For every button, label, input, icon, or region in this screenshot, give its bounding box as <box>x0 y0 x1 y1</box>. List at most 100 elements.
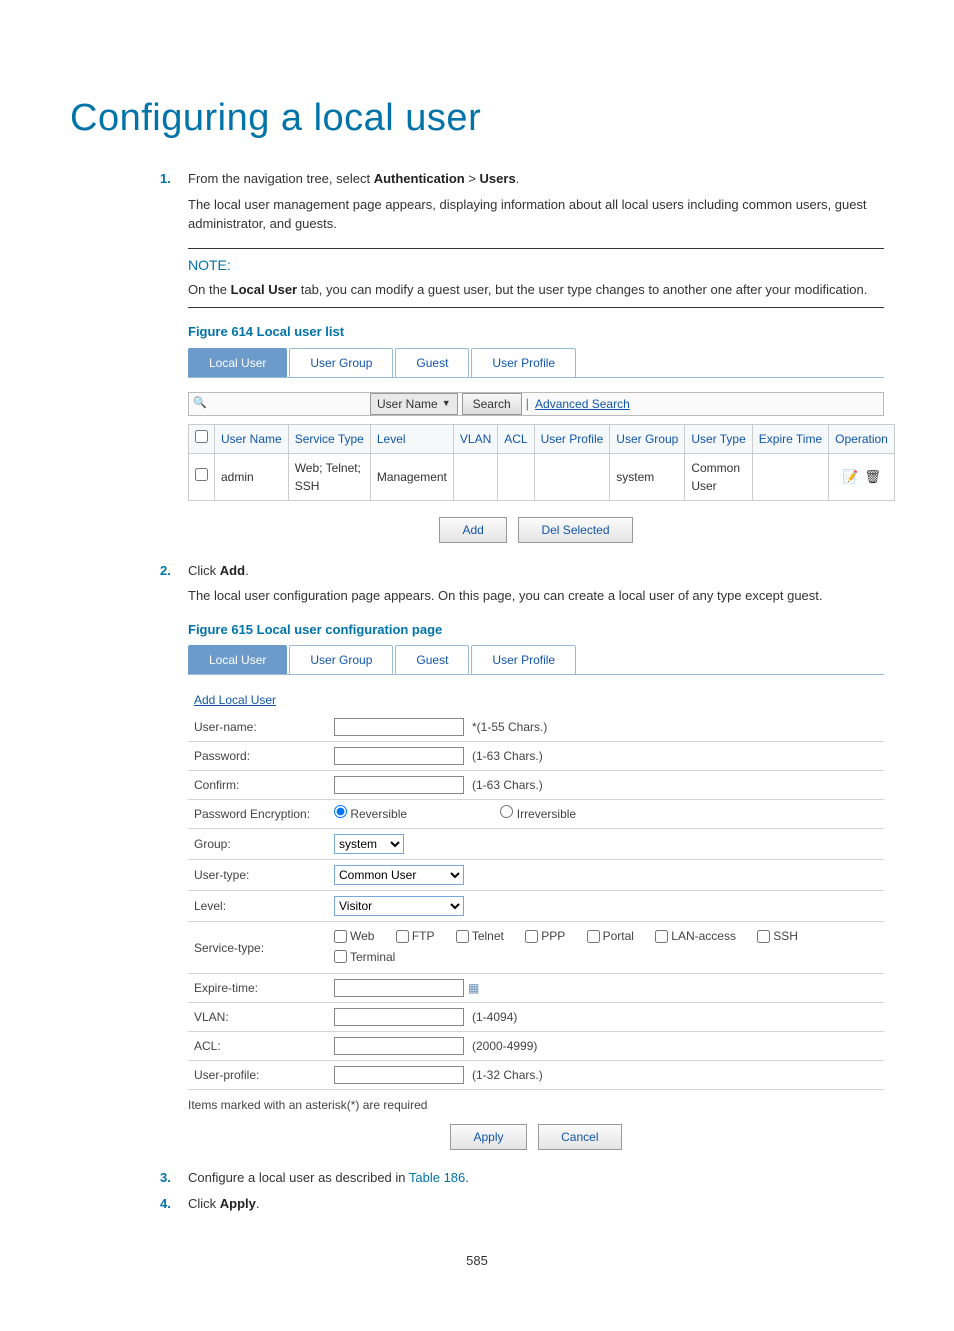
row-checkbox[interactable] <box>195 468 208 481</box>
cell-usertype: Common User <box>685 453 752 500</box>
cell-username: admin <box>215 453 289 500</box>
fig614-tabs: Local User User Group Guest User Profile <box>188 348 884 378</box>
tab-user-group-2[interactable]: User Group <box>289 645 393 674</box>
confirm-field[interactable] <box>334 776 464 794</box>
tab-user-profile-2[interactable]: User Profile <box>471 645 576 674</box>
hint-vlan: (1-4094) <box>472 1010 517 1024</box>
hint-username: *(1-55 Chars.) <box>472 720 547 734</box>
note-block: NOTE: On the Local User tab, you can mod… <box>188 248 884 309</box>
search-icon: 🔍 <box>189 395 211 412</box>
chk-lan-label[interactable]: LAN-access <box>655 927 736 945</box>
step1-text: From the navigation tree, select Authent… <box>188 169 884 189</box>
col-expire[interactable]: Expire Time <box>752 424 828 453</box>
username-field[interactable] <box>334 718 464 736</box>
tab-guest-2[interactable]: Guest <box>395 645 469 674</box>
user-list-table: User Name Service Type Level VLAN ACL Us… <box>188 424 895 501</box>
userprofile-field[interactable] <box>334 1066 464 1084</box>
chk-telnet-label[interactable]: Telnet <box>456 927 504 945</box>
radio-reversible-label[interactable]: Reversible <box>334 807 407 821</box>
chk-ftp[interactable] <box>396 930 409 943</box>
calendar-icon[interactable]: ▦ <box>468 981 479 995</box>
radio-reversible[interactable] <box>334 805 347 818</box>
chk-web[interactable] <box>334 930 347 943</box>
step1-number: 1. <box>160 169 188 189</box>
chk-ppp-label[interactable]: PPP <box>525 927 565 945</box>
level-select[interactable]: Visitor <box>334 896 464 916</box>
hint-password: (1-63 Chars.) <box>472 749 543 763</box>
col-servicetype[interactable]: Service Type <box>288 424 370 453</box>
label-pwd-enc: Password Encryption: <box>188 800 328 829</box>
col-select-all[interactable] <box>189 424 215 453</box>
step4-text: Click Apply. <box>188 1194 884 1214</box>
step1-follow: The local user management page appears, … <box>188 195 884 234</box>
form-section-title: Add Local User <box>194 691 884 709</box>
note-body: On the Local User tab, you can modify a … <box>188 280 884 300</box>
chk-ppp[interactable] <box>525 930 538 943</box>
tab-user-profile[interactable]: User Profile <box>471 348 576 377</box>
expire-field[interactable] <box>334 979 464 997</box>
cancel-button[interactable]: Cancel <box>538 1124 621 1150</box>
tab-user-group[interactable]: User Group <box>289 348 393 377</box>
label-servicetype: Service-type: <box>188 922 328 974</box>
advanced-search-link[interactable]: Advanced Search <box>535 395 630 413</box>
select-all-checkbox[interactable] <box>195 430 208 443</box>
usertype-select[interactable]: Common User <box>334 865 464 885</box>
edit-icon[interactable]: 📝 <box>842 467 858 487</box>
step2-number: 2. <box>160 561 188 581</box>
add-button[interactable]: Add <box>439 517 506 543</box>
chk-terminal[interactable] <box>334 950 347 963</box>
page-number: 585 <box>70 1251 884 1271</box>
vlan-field[interactable] <box>334 1008 464 1026</box>
label-vlan: VLAN: <box>188 1003 328 1032</box>
label-userprofile: User-profile: <box>188 1061 328 1090</box>
required-note: Items marked with an asterisk(*) are req… <box>188 1096 884 1114</box>
group-select[interactable]: system <box>334 834 404 854</box>
step3-text: Configure a local user as described in T… <box>188 1168 884 1188</box>
chk-web-label[interactable]: Web <box>334 927 374 945</box>
table186-link[interactable]: Table 186 <box>409 1170 465 1185</box>
step2-text: Click Add. <box>188 561 884 581</box>
del-selected-button[interactable]: Del Selected <box>518 517 632 543</box>
col-usertype[interactable]: User Type <box>685 424 752 453</box>
apply-button[interactable]: Apply <box>450 1124 526 1150</box>
col-level[interactable]: Level <box>370 424 453 453</box>
col-acl[interactable]: ACL <box>498 424 534 453</box>
col-username[interactable]: User Name <box>215 424 289 453</box>
cell-servicetype: Web; Telnet; SSH <box>288 453 370 500</box>
chk-telnet[interactable] <box>456 930 469 943</box>
tab-local-user-2[interactable]: Local User <box>188 645 287 674</box>
tab-local-user[interactable]: Local User <box>188 348 287 377</box>
chk-lan[interactable] <box>655 930 668 943</box>
chk-portal-label[interactable]: Portal <box>587 927 634 945</box>
cell-vlan <box>453 453 497 500</box>
chk-ssh-label[interactable]: SSH <box>757 927 798 945</box>
radio-irreversible-label[interactable]: Irreversible <box>500 807 576 821</box>
hint-userprofile: (1-32 Chars.) <box>472 1068 543 1082</box>
step2-follow: The local user configuration page appear… <box>188 586 884 606</box>
step4-number: 4. <box>160 1194 188 1214</box>
col-userprofile[interactable]: User Profile <box>534 424 610 453</box>
label-username: User-name: <box>188 713 328 742</box>
search-button[interactable]: Search <box>462 393 522 415</box>
chk-portal[interactable] <box>587 930 600 943</box>
password-field[interactable] <box>334 747 464 765</box>
hint-acl: (2000-4999) <box>472 1039 537 1053</box>
radio-irreversible[interactable] <box>500 805 513 818</box>
chk-ftp-label[interactable]: FTP <box>396 927 435 945</box>
search-input[interactable] <box>211 393 366 415</box>
label-expire: Expire-time: <box>188 974 328 1003</box>
chk-terminal-label[interactable]: Terminal <box>334 948 395 966</box>
search-criteria-dropdown[interactable]: User Name▼ <box>370 393 458 415</box>
col-vlan[interactable]: VLAN <box>453 424 497 453</box>
figure614-caption: Figure 614 Local user list <box>188 322 884 342</box>
step3-number: 3. <box>160 1168 188 1188</box>
cell-expire <box>752 453 828 500</box>
tab-guest[interactable]: Guest <box>395 348 469 377</box>
delete-icon[interactable]: 🗑 <box>864 467 881 487</box>
table-row: admin Web; Telnet; SSH Management system… <box>189 453 895 500</box>
col-usergroup[interactable]: User Group <box>610 424 685 453</box>
acl-field[interactable] <box>334 1037 464 1055</box>
chk-ssh[interactable] <box>757 930 770 943</box>
label-usertype: User-type: <box>188 860 328 891</box>
label-group: Group: <box>188 829 328 860</box>
